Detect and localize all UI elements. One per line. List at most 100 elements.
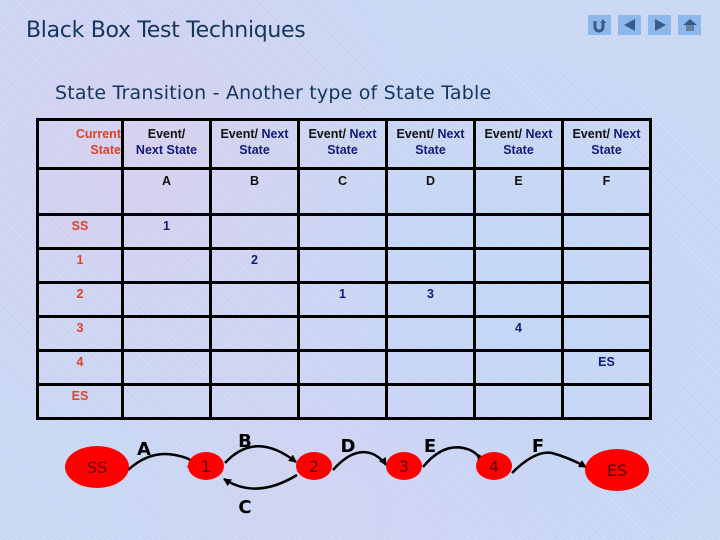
event-label-a: A: [137, 439, 151, 460]
state-node-1: 1: [188, 452, 224, 480]
state-node-label: SS: [87, 458, 107, 477]
header-event-line2: State: [503, 143, 534, 157]
header-event-5: Event/ Next State: [473, 118, 564, 170]
header-event-line2: Next State: [135, 143, 198, 157]
slide-subtitle: State Transition - Another type of State…: [55, 82, 492, 104]
state-node-label: ES: [607, 461, 627, 480]
header-current-state-line2: State: [90, 143, 121, 157]
current-state-cell: 3: [36, 315, 124, 352]
next-state-cell: [297, 315, 388, 352]
event-label-c: C: [238, 497, 251, 518]
return-button[interactable]: [588, 15, 611, 35]
state-diagram: A B C D E F SS 1 2 3 4 ES: [65, 431, 649, 518]
state-node-label: 2: [309, 457, 319, 476]
event-label-e: E: [424, 436, 436, 457]
transition-arrow-c: [223, 473, 298, 490]
next-state-cell: [209, 281, 300, 318]
event-label-d: D: [341, 436, 356, 457]
current-state-cell: 1: [36, 247, 124, 284]
home-button[interactable]: [678, 15, 701, 35]
event-label-f: F: [532, 436, 544, 457]
next-state-cell: [473, 213, 564, 250]
next-state-cell: [121, 281, 212, 318]
slide-title: Black Box Test Techniques: [26, 18, 306, 43]
header-event-line1: Event/ Next: [484, 127, 553, 141]
header-event-line1: Event/ Next: [396, 127, 465, 141]
next-state-cell: [209, 349, 300, 386]
return-icon: [593, 19, 606, 33]
table-row: 1 2: [36, 247, 652, 284]
transition-arrow-b: [224, 445, 297, 464]
next-icon: [654, 19, 666, 31]
header-event-2: Event/ Next State: [209, 118, 300, 170]
next-state-cell: [297, 213, 388, 250]
next-state-cell: [473, 247, 564, 284]
next-state-cell: 1: [297, 281, 388, 318]
header-event-6: Event/ Next State: [561, 118, 652, 170]
previous-icon: [623, 19, 635, 31]
event-cell: F: [561, 167, 652, 216]
state-node-label: 4: [489, 457, 499, 476]
next-state-cell: 3: [385, 281, 476, 318]
header-event-line1: Event/ Next: [308, 127, 377, 141]
header-event-line1: Event/: [147, 127, 186, 141]
event-cell: C: [297, 167, 388, 216]
event-cell: D: [385, 167, 476, 216]
state-node-label: 3: [399, 457, 409, 476]
next-state-cell: [385, 247, 476, 284]
header-event-3: Event/ Next State: [297, 118, 388, 170]
header-event-line1: Event/ Next: [220, 127, 289, 141]
state-node-3: 3: [386, 452, 422, 480]
next-state-cell: [561, 315, 652, 352]
state-node-4: 4: [476, 452, 512, 480]
header-event-line1: Event/ Next: [572, 127, 641, 141]
header-event-line2: State: [415, 143, 446, 157]
next-state-cell: [121, 247, 212, 284]
next-state-cell: 1: [121, 213, 212, 250]
event-cell: E: [473, 167, 564, 216]
previous-button[interactable]: [618, 15, 641, 35]
event-cell: B: [209, 167, 300, 216]
state-node-label: 1: [201, 457, 211, 476]
state-node-es: ES: [585, 449, 649, 491]
next-state-cell: [561, 281, 652, 318]
table-row: 2 1 3: [36, 281, 652, 318]
header-current-state: Current State: [36, 118, 124, 170]
next-state-cell: [473, 281, 564, 318]
event-label-b: B: [238, 431, 252, 452]
next-state-cell: [121, 349, 212, 386]
home-icon: [682, 19, 697, 31]
state-node-ss: SS: [65, 446, 129, 488]
header-current-state-line1: Current: [75, 127, 121, 141]
table-row: SS 1: [36, 213, 652, 250]
table-row: 4 ES: [36, 349, 652, 386]
next-state-cell: [561, 247, 652, 284]
next-state-cell: [297, 247, 388, 284]
transition-arrow-f: [511, 451, 587, 474]
event-cell: A: [121, 167, 212, 216]
next-state-cell: [385, 315, 476, 352]
next-state-cell: [297, 349, 388, 386]
header-event-line2: State: [591, 143, 622, 157]
next-state-cell: 4: [473, 315, 564, 352]
current-state-cell: 4: [36, 349, 124, 386]
next-state-cell: 2: [209, 247, 300, 284]
next-button[interactable]: [648, 15, 671, 35]
current-state-cell: 2: [36, 281, 124, 318]
current-state-cell: SS: [36, 213, 124, 250]
next-state-cell: [385, 213, 476, 250]
slide-navigation: [588, 15, 701, 35]
next-state-cell: [209, 213, 300, 250]
header-event-line2: State: [327, 143, 358, 157]
state-table: Current State Event/ Next State Event/ N…: [36, 118, 652, 420]
header-event-1: Event/ Next State: [121, 118, 212, 170]
next-state-cell: [473, 349, 564, 386]
next-state-cell: [209, 315, 300, 352]
next-state-cell: [385, 349, 476, 386]
state-node-2: 2: [296, 452, 332, 480]
events-row-blank: [36, 167, 124, 216]
events-row: A B C D E F: [36, 167, 652, 216]
header-row: Current State Event/ Next State Event/ N…: [36, 118, 652, 170]
header-event-4: Event/ Next State: [385, 118, 476, 170]
header-event-line2: State: [239, 143, 270, 157]
